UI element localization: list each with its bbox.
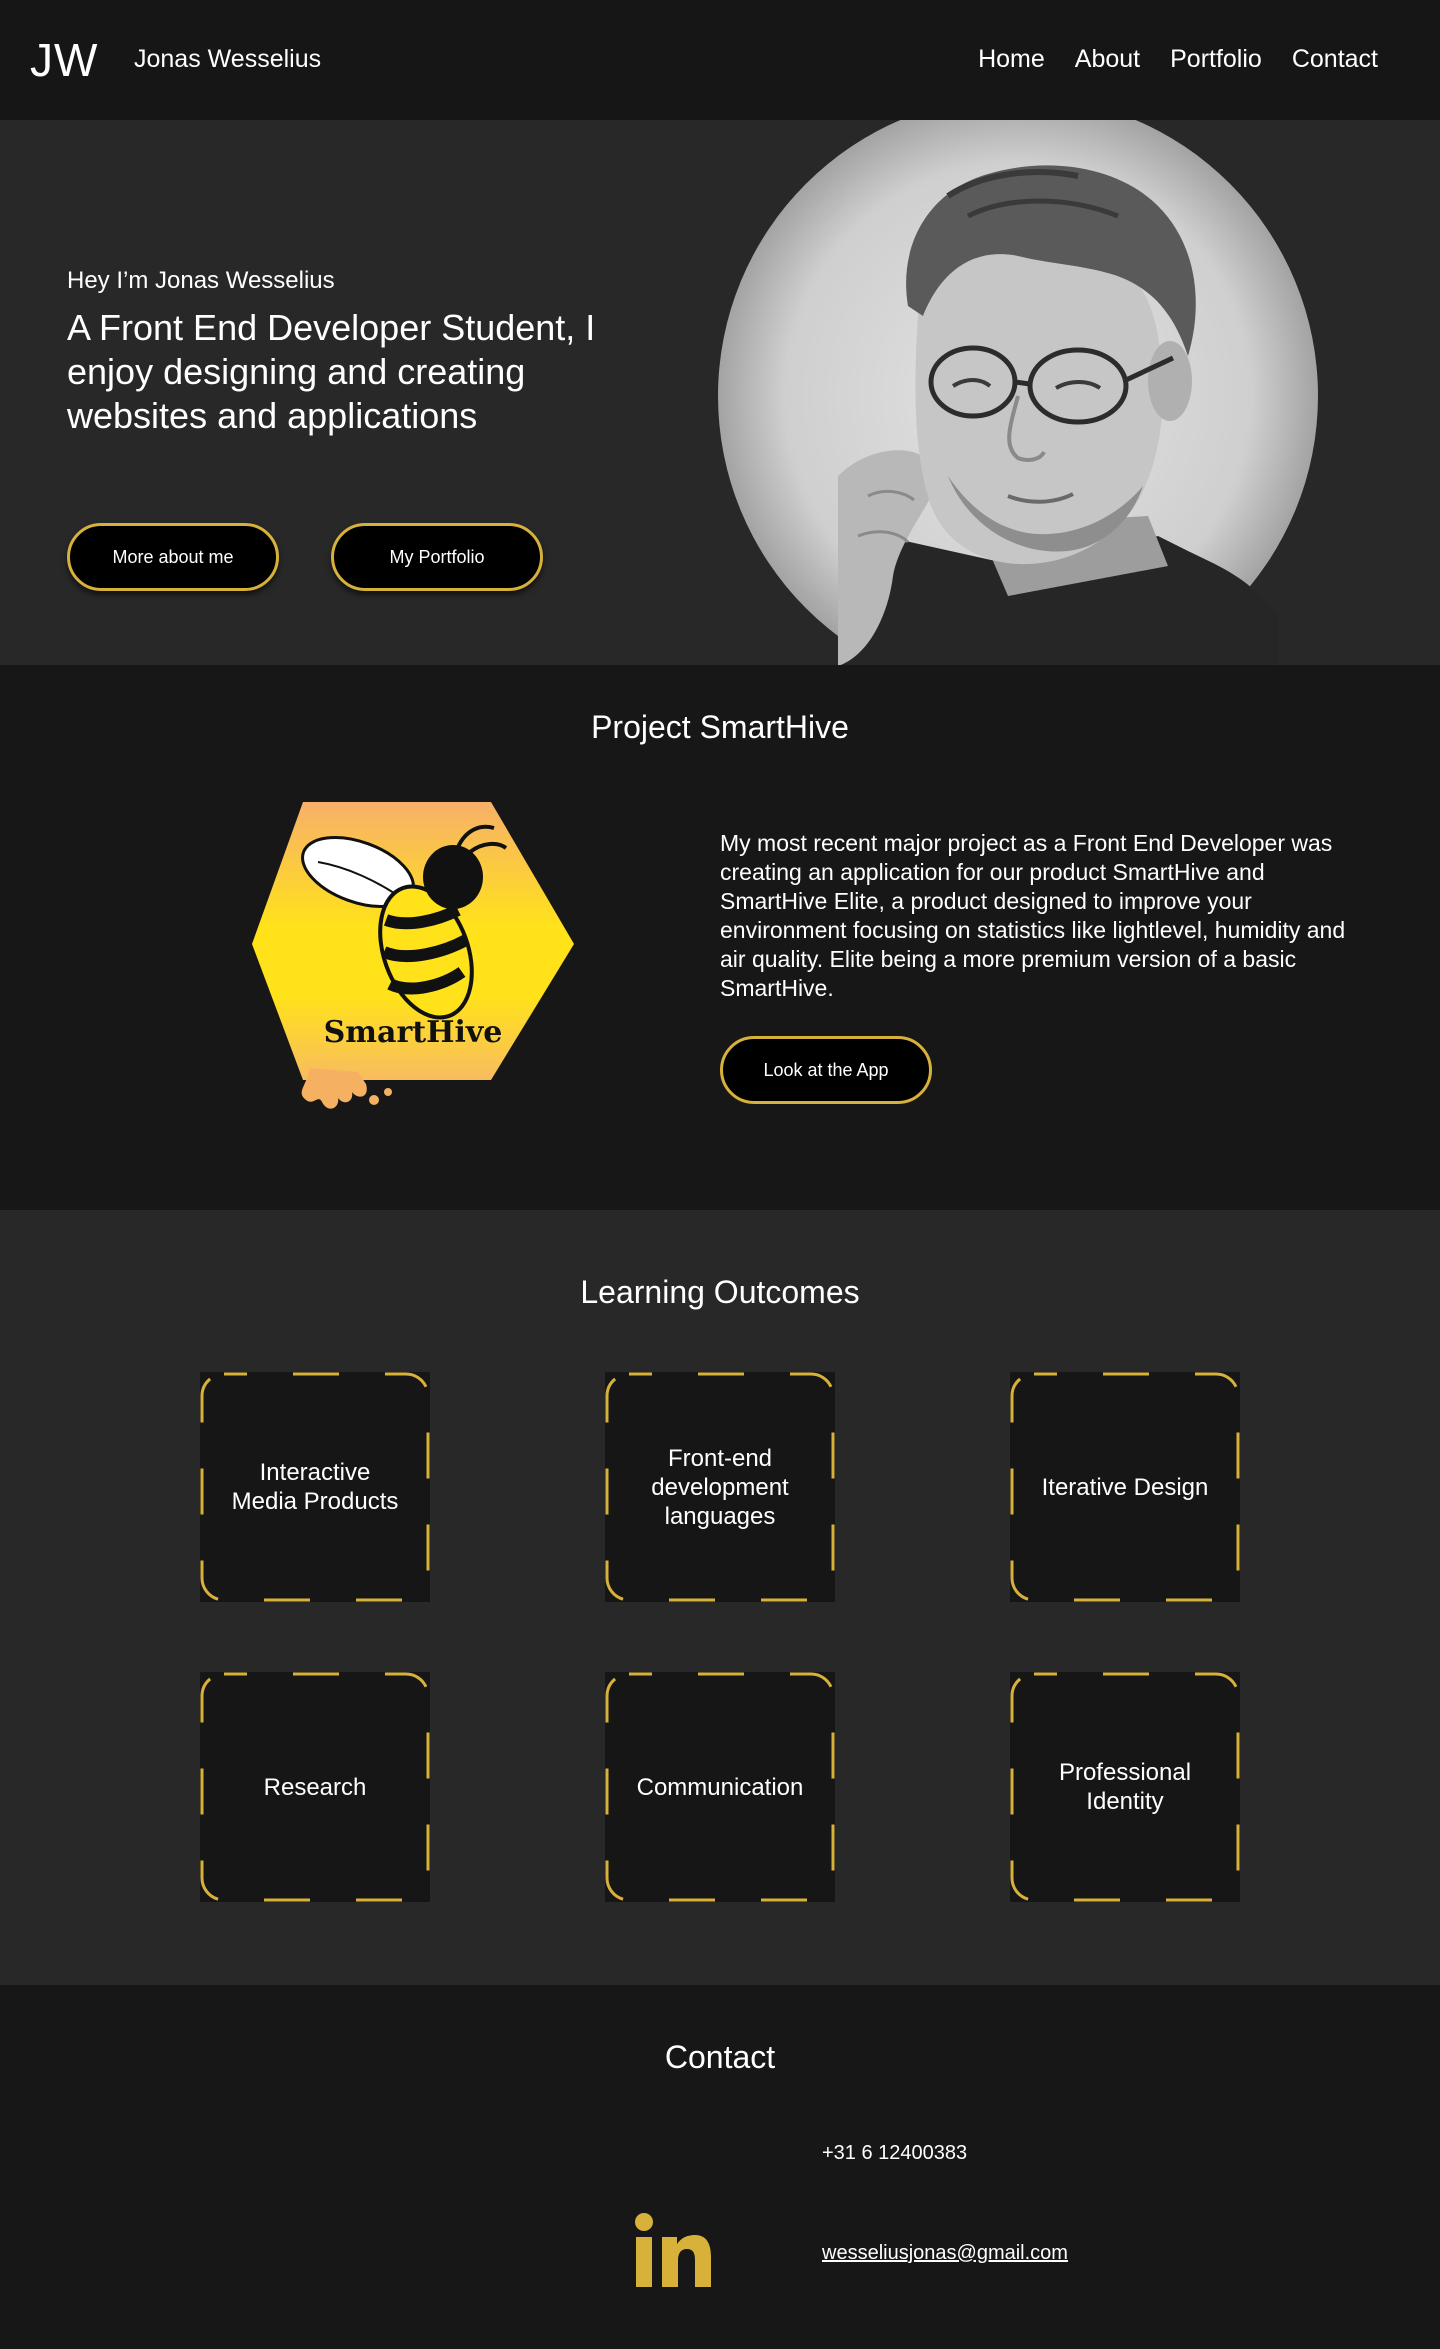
site-header: JW Jonas Wesselius Home About Portfolio … [0, 0, 1440, 120]
project-description: My most recent major project as a Front … [720, 830, 1346, 1001]
outcome-card-front-end-languages[interactable]: Front-end development languages [605, 1372, 835, 1602]
nav-portfolio-link[interactable]: Portfolio [1170, 42, 1262, 76]
contact-section: Contact +31 6 12400383 wesseliusjonas@gm… [0, 1985, 1440, 2349]
outcome-label: Interactive Media Products [231, 1459, 399, 1515]
outcome-card-communication[interactable]: Communication [605, 1672, 835, 1902]
outcome-label: Professional Identity [1058, 1759, 1192, 1815]
outcome-card-iterative-design[interactable]: Iterative Design [1010, 1372, 1240, 1602]
project-section: Project SmartHive SmartHive My most rece… [0, 665, 1440, 1210]
project-title: Project SmartHive [591, 709, 849, 745]
look-at-app-button[interactable]: Look at the App [720, 1036, 932, 1104]
contact-title: Contact [664, 2039, 776, 2075]
profile-portrait [718, 120, 1318, 665]
outcomes-title: Learning Outcomes [580, 1274, 860, 1310]
phone-number[interactable]: +31 6 12400383 [822, 2142, 967, 2165]
my-portfolio-button[interactable]: My Portfolio [331, 523, 543, 591]
outcome-label: Research [263, 1773, 367, 1801]
more-about-me-button[interactable]: More about me [67, 523, 279, 591]
nav-home-link[interactable]: Home [978, 42, 1045, 76]
outcome-label: Iterative Design [1041, 1473, 1209, 1501]
outcome-card-professional-identity[interactable]: Professional Identity [1010, 1672, 1240, 1902]
logo[interactable]: JW [30, 34, 98, 86]
outcome-label: Front-end development languages [651, 1444, 789, 1530]
main-nav: Home About Portfolio Contact [948, 42, 1378, 76]
nav-contact-link[interactable]: Contact [1292, 42, 1378, 76]
portrait-illustration [838, 165, 1278, 665]
hero-greeting: Hey I’m Jonas Wesselius [67, 267, 335, 294]
outcome-card-interactive-media[interactable]: Interactive Media Products [200, 1372, 430, 1602]
brand-name: Jonas Wesselius [134, 45, 322, 73]
learning-outcomes-section: Learning Outcomes Interactive Media Prod… [0, 1210, 1440, 1985]
hero-section: Hey I’m Jonas Wesselius A Front End Deve… [0, 120, 1440, 665]
smarthive-logo[interactable]: SmartHive [248, 802, 578, 1117]
outcome-card-research[interactable]: Research [200, 1672, 430, 1902]
outcome-label: Communication [636, 1773, 804, 1801]
nav-about-link[interactable]: About [1075, 42, 1140, 76]
linkedin-icon[interactable] [632, 2213, 712, 2289]
email-link[interactable]: wesseliusjonas@gmail.com [822, 2242, 1068, 2265]
smarthive-logo-text: SmartHive [324, 1015, 503, 1050]
hero-title: A Front End Developer Student, I enjoy d… [67, 307, 596, 436]
